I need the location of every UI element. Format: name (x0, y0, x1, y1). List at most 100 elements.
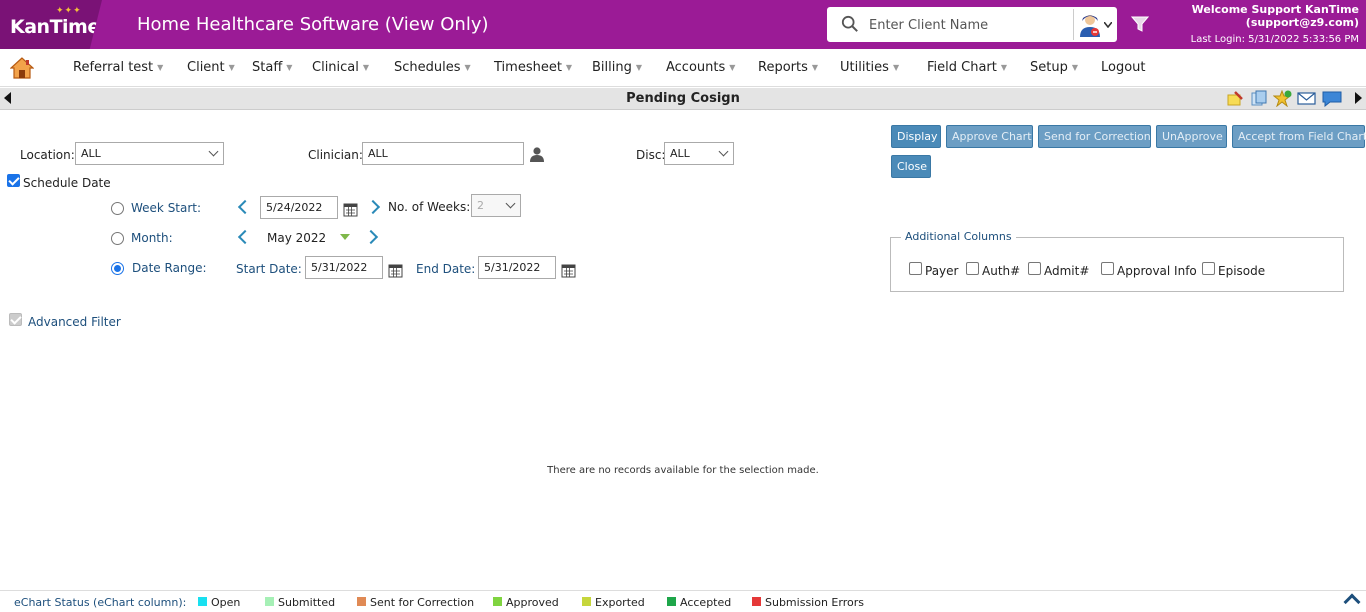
last-login: Last Login: 5/31/2022 5:33:56 PM (1190, 34, 1359, 45)
nav-billing[interactable]: Billing ▼ (592, 60, 642, 75)
nav-schedules[interactable]: Schedules ▼ (394, 60, 471, 75)
chevron-down-icon (1104, 22, 1112, 28)
accept-from-field-chart-button[interactable]: Accept from Field Chart (1232, 125, 1366, 148)
client-search-input[interactable] (869, 14, 1069, 36)
status-label: Submitted (278, 596, 336, 609)
schedule-date-checkbox[interactable] (7, 174, 20, 187)
collapse-right-icon[interactable] (1355, 92, 1362, 104)
copy-icon[interactable] (1249, 90, 1268, 107)
status-accepted: Accepted (667, 596, 731, 609)
welcome-text: Welcome Support KanTime (support@z9.com) (1192, 3, 1359, 29)
status-label: Sent for Correction (370, 596, 475, 609)
auth-checkbox[interactable] (966, 262, 979, 275)
date-range-radio[interactable] (111, 262, 124, 275)
caret-down-icon: ▼ (157, 63, 164, 72)
next-week-arrow-icon[interactable] (365, 199, 381, 215)
additional-columns-group: Additional Columns Payer Auth# Admit# Ap… (890, 230, 1344, 292)
month-value[interactable]: May 2022 (267, 231, 326, 245)
start-date-field[interactable]: 5/31/2022 (305, 256, 383, 279)
month-dropdown-icon[interactable] (340, 234, 350, 241)
calendar-icon[interactable] (388, 263, 403, 278)
welcome-name: Welcome Support KanTime (1191, 3, 1359, 16)
episode-checkbox[interactable] (1202, 262, 1215, 275)
no-of-weeks-value: 2 (477, 199, 484, 212)
email-icon[interactable] (1297, 90, 1316, 107)
user-icon (1080, 15, 1100, 37)
nav-field-chart[interactable]: Field Chart ▼ (927, 60, 1007, 75)
display-button[interactable]: Display (891, 125, 941, 148)
caret-down-icon: ▼ (464, 63, 471, 72)
toolbar-icons (1225, 89, 1342, 108)
unapprove-button[interactable]: UnApprove (1156, 125, 1227, 148)
approval-info-checkbox[interactable] (1101, 262, 1114, 275)
app-title: Home Healthcare Software (View Only) (137, 14, 489, 35)
status-swatch (493, 597, 502, 606)
nav-label: Timesheet (494, 60, 562, 75)
chevron-down-icon (505, 198, 516, 209)
client-search (827, 7, 1117, 42)
page-title: Pending Cosign (626, 91, 740, 106)
location-label: Location: (20, 148, 75, 162)
scroll-to-top-icon[interactable] (1343, 593, 1361, 611)
nav-staff[interactable]: Staff ▼ (252, 60, 292, 75)
search-icon[interactable] (841, 15, 859, 33)
logo-stars-icon: ✦✦✦ (56, 6, 82, 16)
nav-setup[interactable]: Setup ▼ (1030, 60, 1078, 75)
start-date-value: 5/31/2022 (311, 261, 368, 274)
prev-month-arrow-icon[interactable] (237, 229, 253, 245)
status-swatch (265, 597, 274, 606)
status-approved: Approved (493, 596, 559, 609)
main-nav: Referral test ▼ Client ▼ Staff ▼ Clinical ▼ … (0, 49, 1366, 87)
chat-icon[interactable] (1321, 90, 1342, 108)
status-label: Submission Errors (765, 596, 864, 609)
nav-clinical[interactable]: Clinical ▼ (312, 60, 369, 75)
user-type-dropdown[interactable] (1073, 9, 1115, 40)
next-month-arrow-icon[interactable] (363, 229, 379, 245)
person-lookup-icon[interactable] (530, 147, 544, 162)
status-swatch (667, 597, 676, 606)
sticky-note-icon[interactable] (1225, 90, 1244, 107)
admit-checkbox[interactable] (1028, 262, 1041, 275)
nav-timesheet[interactable]: Timesheet ▼ (494, 60, 572, 75)
echart-status-legend: eChart Status (eChart column): Open Subm… (0, 590, 1366, 612)
filter-icon[interactable] (1131, 15, 1149, 33)
status-swatch (198, 597, 207, 606)
nav-reports[interactable]: Reports ▼ (758, 60, 818, 75)
status-submitted: Submitted (265, 596, 335, 609)
home-icon[interactable] (10, 57, 34, 79)
payer-checkbox[interactable] (909, 262, 922, 275)
end-date-field[interactable]: 5/31/2022 (478, 256, 556, 279)
nav-referral-test[interactable]: Referral test ▼ (73, 60, 163, 75)
clinician-field[interactable]: ALL (362, 142, 524, 165)
start-date-label: Start Date: (236, 262, 302, 276)
calendar-icon[interactable] (343, 202, 358, 217)
approve-chart-button[interactable]: Approve Chart (946, 125, 1033, 148)
calendar-icon[interactable] (561, 263, 576, 278)
disc-select[interactable]: ALL (664, 142, 734, 165)
date-range-label: Date Range: (132, 261, 207, 275)
status-label: Approved (506, 596, 559, 609)
advanced-filter-checkbox[interactable] (9, 313, 22, 326)
kantime-logo[interactable]: ✦✦✦ KanTime (0, 0, 102, 49)
week-start-field[interactable]: 5/24/2022 (260, 196, 338, 219)
send-for-correction-button[interactable]: Send for Correction (1038, 125, 1151, 148)
caret-down-icon: ▼ (635, 63, 643, 72)
prev-week-arrow-icon[interactable] (237, 199, 253, 215)
nav-accounts[interactable]: Accounts ▼ (666, 60, 735, 75)
month-radio[interactable] (111, 232, 124, 245)
week-start-radio[interactable] (111, 202, 124, 215)
add-favorite-icon[interactable] (1272, 89, 1292, 108)
nav-logout[interactable]: Logout (1101, 60, 1146, 75)
approval-info-label: Approval Info (1117, 264, 1197, 278)
nav-client[interactable]: Client ▼ (187, 60, 235, 75)
location-select[interactable]: ALL (75, 142, 224, 165)
nav-label: Logout (1101, 60, 1146, 75)
no-of-weeks-select[interactable]: 2 (471, 194, 521, 217)
nav-utilities[interactable]: Utilities ▼ (840, 60, 899, 75)
close-button[interactable]: Close (891, 155, 931, 178)
nav-label: Schedules (394, 60, 461, 75)
advanced-filter-link[interactable]: Advanced Filter (28, 315, 121, 329)
chevron-down-icon (208, 146, 219, 157)
status-exported: Exported (582, 596, 645, 609)
caret-down-icon: ▼ (1071, 63, 1078, 72)
